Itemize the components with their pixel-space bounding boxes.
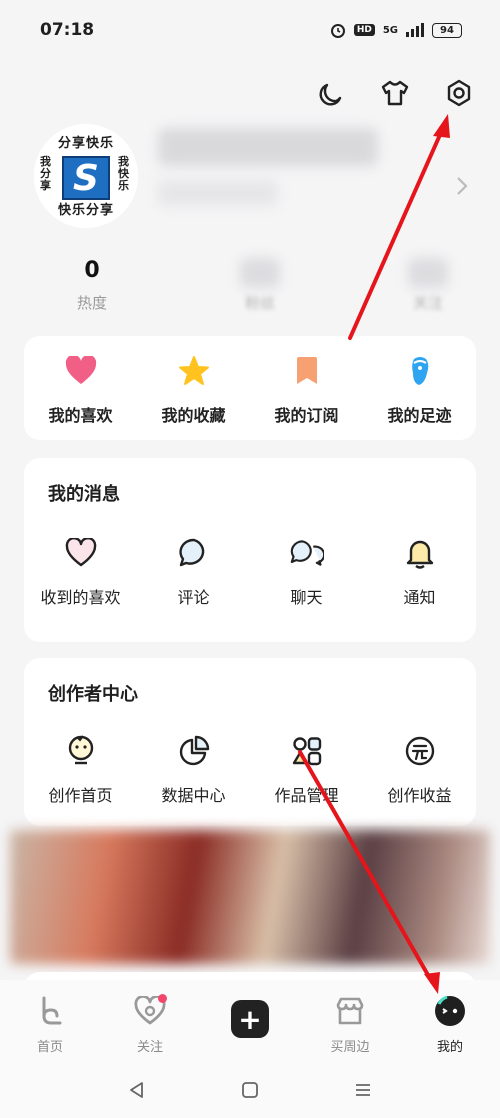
recents-icon[interactable]: [353, 1080, 373, 1100]
profile-stats: 0 热度 粉丝 关注: [40, 258, 480, 313]
creator-home[interactable]: 创作首页: [27, 734, 135, 806]
pie-chart-icon: [177, 734, 211, 768]
tab-label: 首页: [36, 1040, 63, 1055]
heart-outline-icon: [64, 536, 98, 570]
works-grid-icon: [290, 734, 324, 768]
tab-me[interactable]: 我的: [410, 994, 490, 1055]
status-icons: HD 5G 94: [330, 22, 462, 38]
night-mode-icon[interactable]: [314, 76, 348, 110]
follow-icon: [133, 994, 167, 1028]
message-label: 评论: [177, 588, 210, 607]
top-icon-row: [314, 76, 476, 110]
battery-icon: 94: [432, 22, 462, 38]
messages-title: 我的消息: [48, 484, 120, 505]
message-label: 收到的喜欢: [40, 588, 121, 607]
heart-icon: [64, 354, 98, 388]
tab-label: 关注: [136, 1040, 163, 1055]
quick-action-label: 我的足迹: [387, 406, 452, 425]
avatar-logo: S: [62, 156, 110, 200]
system-nav-bar: [0, 1062, 500, 1118]
quick-action-label: 我的收藏: [161, 406, 226, 425]
creator-label: 创作首页: [48, 786, 113, 805]
creator-data-center[interactable]: 数据中心: [140, 734, 248, 806]
quick-action-footprints[interactable]: 我的足迹: [366, 354, 474, 426]
status-time: 07:18: [40, 20, 95, 40]
stat-label: 热度: [76, 294, 107, 312]
stat-fans[interactable]: 粉丝: [208, 258, 312, 313]
quick-action-label: 我的订阅: [274, 406, 339, 425]
tab-create[interactable]: +: [210, 994, 290, 1038]
messages-card: 我的消息 收到的喜欢 评论 聊天 通知: [24, 458, 476, 642]
creator-works-management[interactable]: 作品管理: [253, 734, 361, 806]
creator-earnings[interactable]: 创作收益: [366, 734, 474, 806]
plus-icon: +: [231, 1000, 269, 1038]
footprint-icon: [403, 354, 437, 388]
yuan-icon: [403, 734, 437, 768]
back-icon[interactable]: [127, 1080, 147, 1100]
stat-value-blurred: [408, 258, 448, 288]
skin-shirt-icon[interactable]: [378, 76, 412, 110]
stat-label: 关注: [412, 294, 443, 312]
stat-heat[interactable]: 0 热度: [40, 258, 144, 313]
tab-follow[interactable]: 关注: [110, 994, 190, 1055]
network-label: 5G: [382, 24, 398, 36]
message-label: 聊天: [290, 588, 323, 607]
promo-banner-blurred[interactable]: [10, 830, 490, 964]
chevron-right-icon[interactable]: [456, 176, 468, 200]
alarm-icon: [330, 24, 345, 38]
stat-value: 0: [84, 258, 100, 283]
stat-value-blurred: [240, 258, 280, 288]
comment-icon: [177, 536, 211, 570]
creator-center-card: 创作者中心 创作首页 数据中心 作品管理 创作收益: [24, 658, 476, 826]
quick-action-likes[interactable]: 我的喜欢: [27, 354, 135, 426]
avatar-text-right: 我快乐: [118, 155, 129, 192]
creator-label: 创作收益: [387, 786, 452, 805]
stat-label: 粉丝: [244, 294, 275, 312]
creator-title: 创作者中心: [48, 684, 138, 705]
user-subtitle-blurred: [158, 180, 278, 206]
message-chat[interactable]: 聊天: [253, 536, 361, 608]
tab-label: 买周边: [330, 1040, 370, 1055]
avatar-text-top: 分享快乐: [57, 136, 114, 151]
message-received-likes[interactable]: 收到的喜欢: [27, 536, 135, 608]
signal-icon: [406, 23, 424, 37]
creator-label: 数据中心: [161, 786, 226, 805]
bookmark-icon: [290, 354, 324, 388]
tab-shop[interactable]: 买周边: [310, 994, 390, 1055]
shop-icon: [333, 994, 367, 1028]
creator-home-icon: [64, 734, 98, 768]
message-comments[interactable]: 评论: [140, 536, 248, 608]
tab-home[interactable]: 首页: [10, 994, 90, 1055]
message-notifications[interactable]: 通知: [366, 536, 474, 608]
me-icon: [433, 994, 467, 1028]
quick-action-label: 我的喜欢: [48, 406, 113, 425]
status-bar: 07:18 HD 5G 94: [0, 0, 500, 60]
avatar[interactable]: 分享快乐 我分享 S 我快乐 快乐分享: [34, 124, 138, 228]
star-icon: [177, 354, 211, 388]
creator-label: 作品管理: [274, 786, 339, 805]
chat-icon: [290, 536, 324, 570]
stat-following[interactable]: 关注: [376, 258, 480, 313]
home-button-icon[interactable]: [240, 1080, 260, 1100]
settings-gear-icon[interactable]: [442, 76, 476, 110]
quick-actions-card: 我的喜欢 我的收藏 我的订阅 我的足迹: [24, 336, 476, 440]
username-blurred[interactable]: [158, 128, 378, 166]
home-icon: [33, 994, 67, 1028]
hd-badge: HD: [353, 24, 375, 36]
notification-dot: [158, 994, 167, 1003]
arrow-head-settings: [433, 114, 450, 138]
tab-label: 我的: [436, 1040, 463, 1055]
bottom-tab-bar: 首页 关注 + 买周边 我的: [0, 980, 500, 1062]
avatar-text-bottom: 快乐分享: [57, 203, 114, 218]
quick-action-subscriptions[interactable]: 我的订阅: [253, 354, 361, 426]
avatar-text-left: 我分享: [40, 155, 51, 192]
message-label: 通知: [403, 588, 436, 607]
bell-icon: [403, 536, 437, 570]
quick-action-favorites[interactable]: 我的收藏: [140, 354, 248, 426]
